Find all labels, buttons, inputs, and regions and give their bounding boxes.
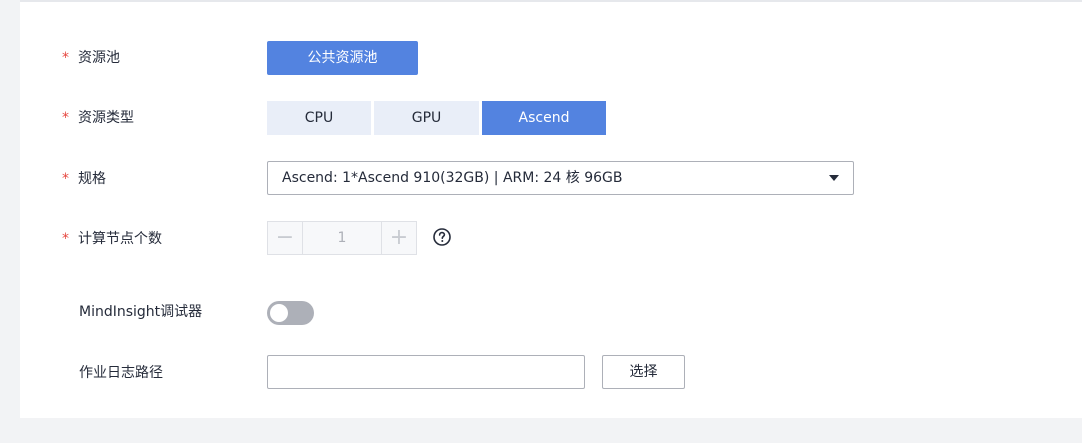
required-mark: *	[62, 50, 69, 66]
log-path-input[interactable]	[267, 355, 585, 389]
resource-type-label-text: 资源类型	[78, 110, 134, 126]
log-path-row: 作业日志路径 选择	[20, 354, 1082, 390]
required-mark: *	[62, 171, 69, 187]
required-mark: *	[62, 110, 69, 126]
node-count-label: * 计算节点个数	[62, 229, 162, 249]
increment-button[interactable]: +	[381, 222, 416, 254]
node-count-value[interactable]: 1	[303, 222, 381, 254]
spec-selected-value: Ascend: 1*Ascend 910(32GB) | ARM: 24 核 9…	[282, 170, 623, 186]
spec-label-text: 规格	[78, 171, 106, 187]
resource-pool-label: * 资源池	[62, 48, 120, 68]
log-path-label: 作业日志路径	[79, 365, 163, 381]
resource-type-gpu-option[interactable]: GPU	[374, 101, 479, 135]
decrement-button[interactable]: −	[268, 222, 303, 254]
form-card: * 资源池 公共资源池 * 资源类型 CPU GPU Ascend * 规格 Asce…	[20, 0, 1082, 418]
spec-select[interactable]: Ascend: 1*Ascend 910(32GB) | ARM: 24 核 9…	[267, 161, 854, 195]
toggle-knob	[270, 304, 288, 322]
mindinsight-row: MindInsight调试器	[20, 299, 1082, 327]
public-resource-pool-button[interactable]: 公共资源池	[267, 41, 418, 75]
mindinsight-label: MindInsight调试器	[79, 304, 203, 320]
resource-type-label: * 资源类型	[62, 108, 134, 128]
chevron-down-icon	[829, 175, 839, 181]
required-mark: *	[62, 231, 69, 247]
question-circle-icon[interactable]	[433, 228, 451, 246]
resource-type-row: * 资源类型 CPU GPU Ascend	[20, 100, 1082, 136]
spec-row: * 规格 Ascend: 1*Ascend 910(32GB) | ARM: 24…	[20, 160, 1082, 196]
node-count-label-text: 计算节点个数	[78, 231, 162, 247]
mindinsight-toggle[interactable]	[267, 301, 314, 325]
spec-label: * 规格	[62, 169, 106, 189]
resource-type-cpu-option[interactable]: CPU	[267, 101, 371, 135]
node-count-stepper: − 1 +	[267, 221, 417, 255]
select-path-button[interactable]: 选择	[602, 355, 685, 389]
resource-pool-label-text: 资源池	[78, 50, 120, 66]
resource-type-ascend-option[interactable]: Ascend	[482, 101, 606, 135]
resource-pool-row: * 资源池 公共资源池	[20, 40, 1082, 76]
node-count-row: * 计算节点个数 − 1 +	[20, 220, 1082, 256]
